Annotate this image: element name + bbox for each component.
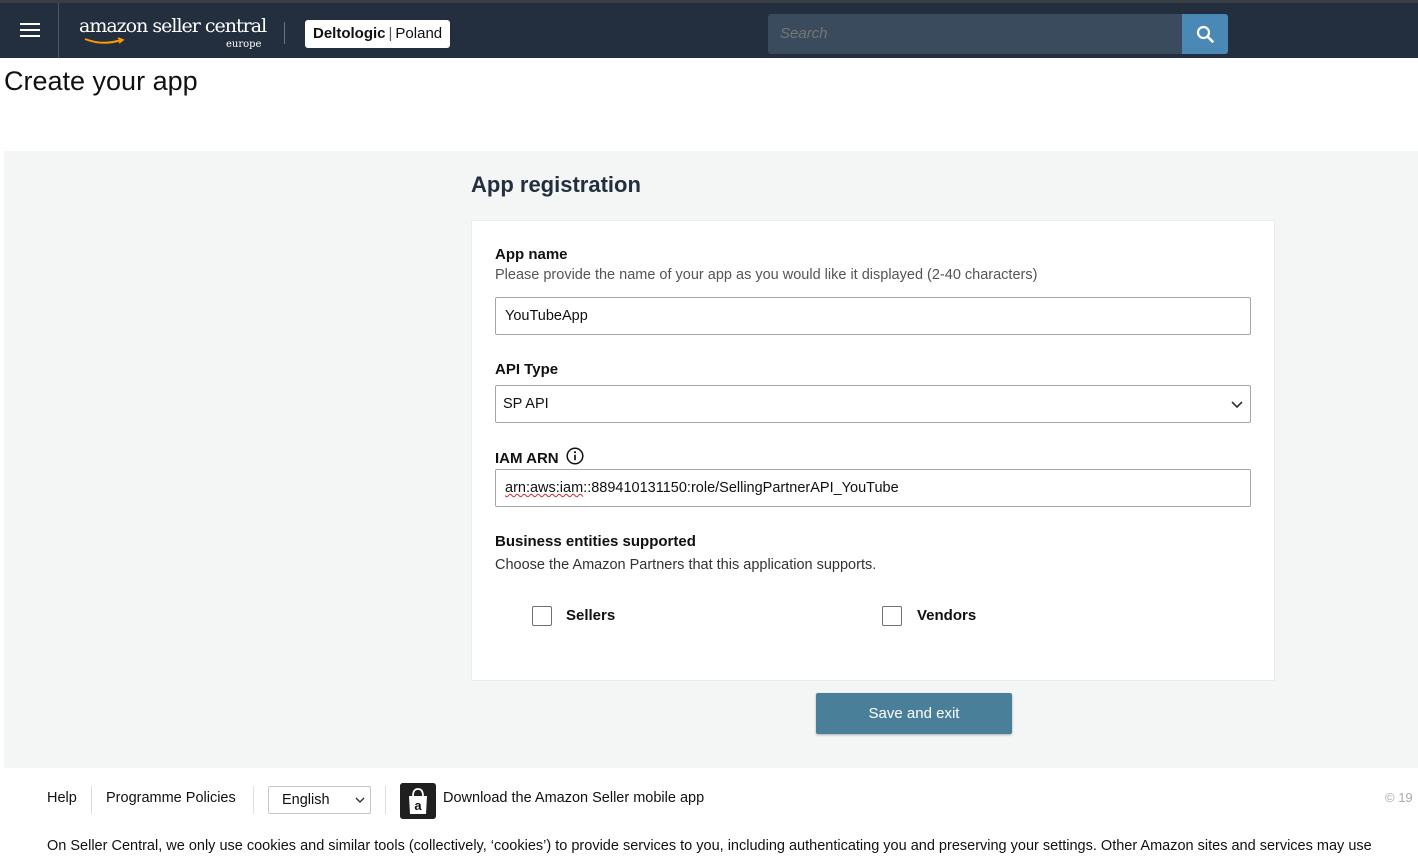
search-input[interactable] [768,14,1184,54]
footer-help-link[interactable]: Help [47,790,77,806]
top-navigation-bar: amazon seller central europe Deltologic |… [0,0,1418,58]
iam-arn-value-prefix: arn:aws:iam [505,480,584,496]
app-name-label: App name [495,246,568,263]
footer-policies-link[interactable]: Programme Policies [106,790,236,806]
logo-text: amazon seller central [79,15,267,37]
account-switcher[interactable]: Deltologic | Poland [305,20,451,48]
hamburger-menu-icon[interactable] [20,23,40,39]
api-type-value: SP API [503,396,549,412]
info-icon[interactable] [566,447,584,465]
language-value: English [282,792,330,808]
language-select[interactable]: English [268,786,371,814]
footer-divider [91,786,92,814]
amazon-smile-icon [84,37,125,44]
divider [284,22,285,44]
vendors-checkbox-label[interactable]: Vendors [917,607,976,624]
chevron-down-icon [355,797,365,803]
divider [58,3,59,58]
amazon-app-icon[interactable]: a [400,783,436,819]
iam-arn-input[interactable]: arn:aws:iam::889410131150:role/SellingPa… [495,469,1251,507]
cookie-notice: On Seller Central, we only use cookies a… [47,838,1372,854]
page-title: Create your app [4,66,198,96]
svg-text:a: a [414,798,422,813]
iam-arn-label: IAM ARN [495,450,559,467]
logo-region: europe [226,39,262,50]
amazon-seller-central-logo[interactable]: amazon seller central europe [79,15,267,50]
app-name-input[interactable]: YouTubeApp [495,297,1251,335]
footer-divider [253,786,254,814]
api-type-label: API Type [495,361,559,378]
account-name: Deltologic [313,25,386,42]
sellers-checkbox-label[interactable]: Sellers [566,607,615,624]
save-and-exit-button[interactable]: Save and exit [816,693,1012,734]
copyright-text: © 19 [1385,790,1413,805]
sellers-checkbox[interactable] [532,606,552,626]
download-app-link[interactable]: Download the Amazon Seller mobile app [443,790,704,806]
footer-divider [385,786,386,814]
app-name-hint: Please provide the name of your app as y… [495,267,1038,283]
search-icon [1196,25,1214,43]
search-button[interactable] [1182,14,1228,54]
section-title: App registration [471,172,641,197]
pipe-separator: | [388,25,393,42]
business-entities-label: Business entities supported [495,533,696,550]
iam-arn-value-rest: ::889410131150:role/SellingPartnerAPI_Yo… [583,480,899,496]
account-region: Poland [395,25,443,42]
business-entities-hint: Choose the Amazon Partners that this app… [495,557,877,573]
api-type-select[interactable]: SP API [495,385,1251,423]
vendors-checkbox[interactable] [882,606,902,626]
chevron-down-icon [1231,401,1243,409]
